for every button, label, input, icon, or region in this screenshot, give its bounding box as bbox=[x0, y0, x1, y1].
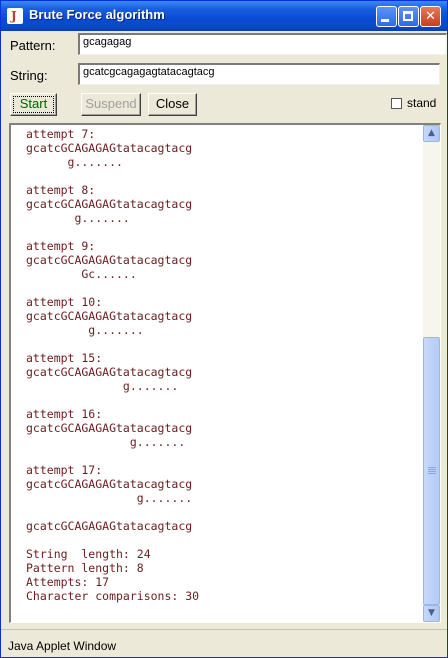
maximize-button[interactable] bbox=[398, 6, 419, 27]
grip-line bbox=[428, 467, 436, 468]
string-label: String: bbox=[10, 68, 48, 83]
grip-line bbox=[428, 471, 436, 472]
output-line: Gc...... bbox=[26, 267, 137, 281]
maximize-icon bbox=[403, 11, 413, 21]
pattern-label: Pattern: bbox=[10, 38, 56, 53]
close-window-button[interactable]: ✕ bbox=[420, 6, 441, 27]
scroll-down-button[interactable]: ▼ bbox=[423, 605, 440, 622]
output-line: String length: 24 bbox=[26, 547, 151, 561]
output-line: Pattern length: 8 bbox=[26, 561, 144, 575]
start-button[interactable]: Start bbox=[10, 93, 57, 116]
minimize-icon bbox=[381, 19, 389, 22]
scroll-thumb[interactable] bbox=[423, 337, 440, 605]
vertical-scrollbar[interactable]: ▲ ▼ bbox=[423, 125, 440, 622]
output-line: attempt 9: bbox=[26, 239, 96, 253]
output-line: g....... bbox=[26, 323, 144, 337]
string-input[interactable]: gcatcgcagagagtatacagtacg bbox=[78, 63, 440, 85]
pattern-input[interactable]: gcagagag bbox=[78, 33, 447, 55]
output-line: gcatcGCAGAGAGtatacagtacg bbox=[26, 365, 193, 379]
output-line: g....... bbox=[26, 379, 179, 393]
scroll-up-button[interactable]: ▲ bbox=[423, 125, 440, 142]
applet-window: J Brute Force algorithm ✕ Pattern: gcaga… bbox=[0, 0, 448, 658]
output-textarea[interactable]: attempt 7: gcatcGCAGAGAGtatacagtacg g...… bbox=[9, 123, 441, 623]
scroll-down-icon: ▼ bbox=[428, 608, 435, 618]
grip-line bbox=[428, 469, 436, 470]
java-icon: J bbox=[7, 8, 23, 24]
scroll-up-icon: ▲ bbox=[428, 128, 435, 138]
window-title: Brute Force algorithm bbox=[29, 7, 165, 22]
output-text: attempt 7: gcatcGCAGAGAGtatacagtacg g...… bbox=[26, 127, 199, 603]
output-line: g....... bbox=[26, 435, 186, 449]
output-line: gcatcGCAGAGAGtatacagtacg bbox=[26, 519, 193, 533]
status-bar: Java Applet Window bbox=[1, 629, 447, 657]
output-line: g....... bbox=[26, 155, 123, 169]
title-bar[interactable]: J Brute Force algorithm ✕ bbox=[1, 1, 447, 31]
output-line: attempt 10: bbox=[26, 295, 103, 309]
output-line: attempt 17: bbox=[26, 463, 103, 477]
output-line: Character comparisons: 30 bbox=[26, 589, 200, 603]
output-line: g....... bbox=[26, 491, 193, 505]
grip-line bbox=[428, 473, 436, 474]
output-line: gcatcGCAGAGAGtatacagtacg bbox=[26, 141, 193, 155]
output-line: gcatcGCAGAGAGtatacagtacg bbox=[26, 477, 193, 491]
output-line: gcatcGCAGAGAGtatacagtacg bbox=[26, 421, 193, 435]
output-line: gcatcGCAGAGAGtatacagtacg bbox=[26, 197, 193, 211]
output-line: attempt 8: bbox=[26, 183, 96, 197]
stand-checkbox[interactable] bbox=[391, 98, 402, 109]
close-button[interactable]: Close bbox=[148, 93, 197, 116]
stand-label: stand bbox=[407, 96, 437, 110]
minimize-button[interactable] bbox=[376, 6, 397, 27]
output-line: attempt 16: bbox=[26, 407, 103, 421]
output-line: Attempts: 17 bbox=[26, 575, 110, 589]
suspend-button[interactable]: Suspend bbox=[81, 93, 141, 116]
output-line: gcatcGCAGAGAGtatacagtacg bbox=[26, 253, 193, 267]
close-icon: ✕ bbox=[425, 9, 436, 24]
output-line: g....... bbox=[26, 211, 130, 225]
output-line: attempt 7: bbox=[26, 127, 96, 141]
output-line: attempt 15: bbox=[26, 351, 103, 365]
output-line: gcatcGCAGAGAGtatacagtacg bbox=[26, 309, 193, 323]
status-text: Java Applet Window bbox=[8, 639, 117, 653]
